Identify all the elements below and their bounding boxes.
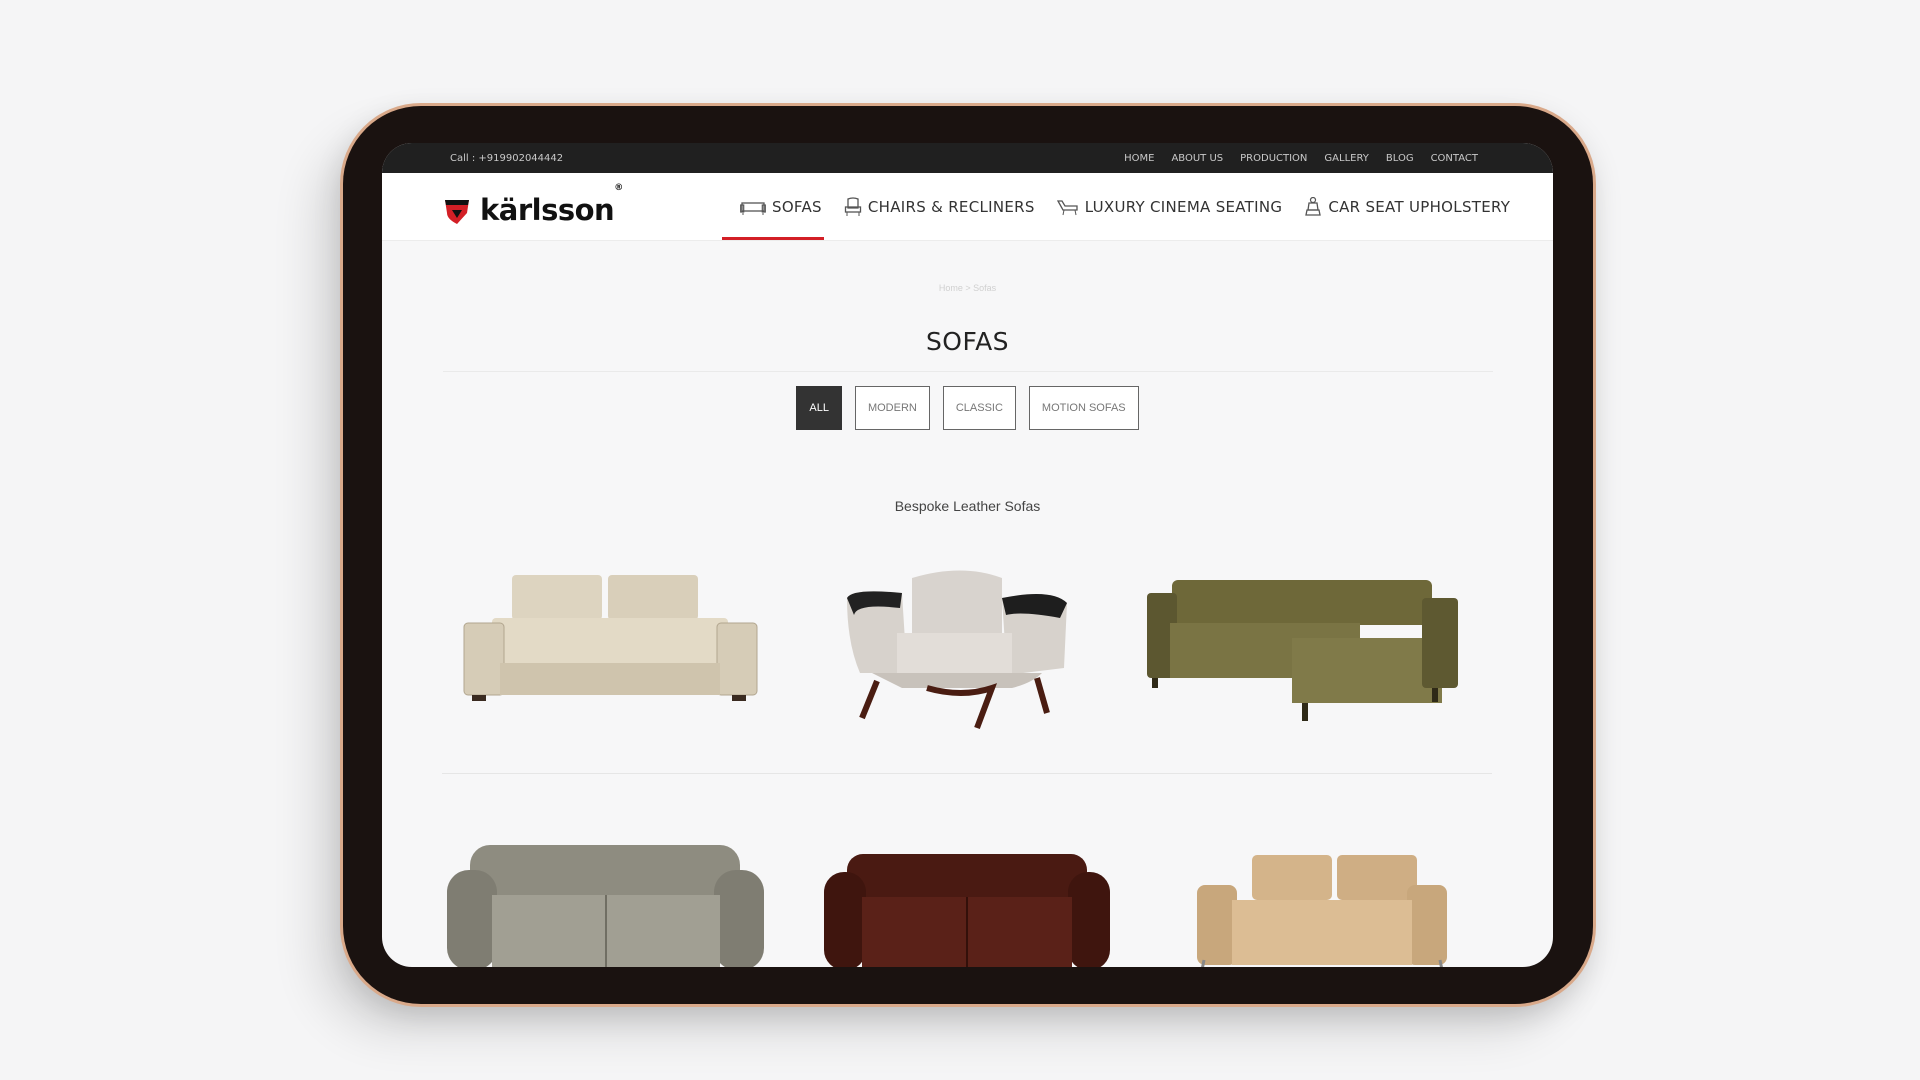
sofa-icon [740,201,766,215]
top-link-about[interactable]: ABOUT US [1171,153,1223,164]
product-card-sectional[interactable] [1142,568,1462,733]
title-divider [442,371,1493,372]
brown-chesterfield-image [824,854,1110,967]
nav-label: SOFAS [772,197,822,216]
product-card-cream-sofa[interactable] [462,563,792,718]
nav-label: CHAIRS & RECLINERS [867,197,1035,216]
car-seat-icon [1305,196,1322,216]
filter-all[interactable]: ALL [796,386,842,430]
top-links: HOME ABOUT US PRODUCTION GALLERY BLOG CO… [1124,153,1478,164]
main-nav: SOFAS CHAIRS & RECLINERS LUXURY CINEMA S… [722,173,1532,240]
nav-car-seat-upholstery[interactable]: CAR SEAT UPHOLSTERY [1304,173,1510,240]
brand-logo[interactable]: kärlsson® [442,183,623,227]
brand-name: kärlsson® [480,183,623,227]
filter-classic[interactable]: CLASSIC [942,386,1016,430]
browser-screen: Call : +919902044442 HOME ABOUT US PRODU… [382,143,1553,967]
site-header: kärlsson® SOFAS CHAIRS & RECLINERS LUXUR… [382,173,1553,241]
shield-logo-icon [445,200,469,224]
nav-cinema-seating[interactable]: LUXURY CINEMA SEATING [1056,173,1283,240]
top-link-blog[interactable]: BLOG [1386,153,1414,164]
olive-sectional-image [1147,580,1458,721]
top-bar: Call : +919902044442 HOME ABOUT US PRODU… [382,143,1553,173]
product-card-beige-recliner[interactable] [1192,850,1452,967]
top-link-gallery[interactable]: GALLERY [1324,153,1368,164]
top-link-contact[interactable]: CONTACT [1431,153,1478,164]
filter-modern[interactable]: MODERN [854,386,930,430]
grey-chesterfield-image [447,845,764,967]
product-card-chesterfield-grey[interactable] [442,840,772,967]
product-card-armchair[interactable] [842,563,1092,738]
products-row-divider [442,773,1492,774]
cream-sofa-image [463,575,758,701]
nav-label: CAR SEAT UPHOLSTERY [1328,197,1511,216]
filter-bar: ALL MODERN CLASSIC MOTION SOFAS [382,386,1553,430]
product-card-chesterfield-brown[interactable] [822,852,1112,967]
phone-number: Call : +919902044442 [450,152,564,164]
top-link-production[interactable]: PRODUCTION [1240,153,1307,164]
page-title: SOFAS [925,327,1010,356]
nav-chairs-recliners[interactable]: CHAIRS & RECLINERS [844,173,1035,240]
filter-motion-sofas[interactable]: MOTION SOFAS [1028,386,1139,430]
beige-recliner-sofa-image [1197,855,1447,967]
chair-icon [844,196,862,216]
cinema-seat-icon [1056,199,1078,215]
breadcrumb[interactable]: Home > Sofas [382,283,1553,295]
armchair-image [847,570,1067,730]
nav-label: LUXURY CINEMA SEATING [1084,197,1283,216]
section-title: Bespoke Leather Sofas [894,498,1041,514]
top-link-home[interactable]: HOME [1124,153,1154,164]
nav-sofas[interactable]: SOFAS [722,173,824,240]
